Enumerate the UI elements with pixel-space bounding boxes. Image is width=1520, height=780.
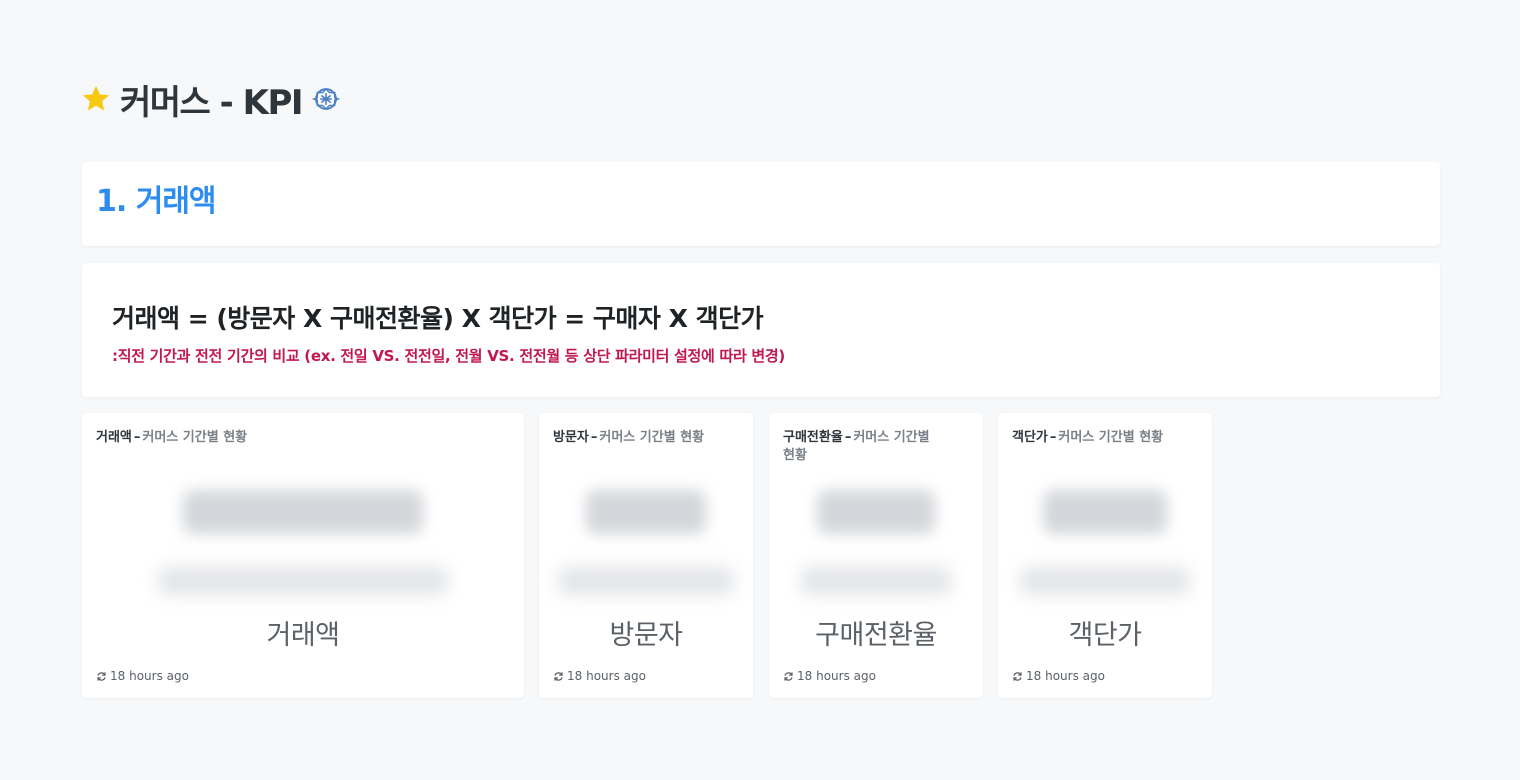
section-heading-card: 1. 거래액 [82,162,1440,246]
kpi-card-title[interactable]: 방문자 – 커머스 기간별 현황 [553,429,713,447]
dashboard-page: 커머스 - KPI 1. 거래액 거래액 = (방문자 X 구매전환율) X 객… [0,0,1520,780]
kpi-updated: 18 hours ago [96,669,189,683]
kpi-updated: 18 hours ago [783,669,876,683]
kpi-value-redacted [539,487,753,537]
formula-text: 거래액 = (방문자 X 구매전환율) X 객단가 = 구매자 X 객단가 [112,304,764,333]
star-icon[interactable] [80,83,112,115]
kpi-comparison-redacted [998,553,1212,609]
kpi-card-title[interactable]: 거래액 – 커머스 기간별 현황 [96,429,484,447]
kpi-label: 방문자 [609,620,683,651]
kpi-comparison-redacted [82,553,524,609]
refresh-icon [784,671,793,681]
verified-badge-icon[interactable] [312,85,341,113]
kpi-value-redacted [998,487,1212,537]
kpi-label: 거래액 [266,620,340,651]
refresh-icon [554,671,563,681]
kpi-card-title[interactable]: 객단가 – 커머스 기간별 현황 [1012,429,1172,447]
kpi-updated: 18 hours ago [1012,669,1105,683]
refresh-icon [97,671,106,681]
section-heading: 1. 거래액 [96,184,217,219]
kpi-card-title[interactable]: 구매전환율 – 커머스 기간별 현황 [783,429,943,465]
kpi-updated: 18 hours ago [553,669,646,683]
kpi-label: 객단가 [1068,620,1142,651]
formula-note: :직전 기간과 전전 기간의 비교 (ex. 전일 VS. 전전일, 전월 VS… [112,347,785,365]
dashboard-title: 커머스 - KPI [120,82,304,123]
kpi-label: 구매전환율 [815,620,937,651]
refresh-icon [1013,671,1022,681]
kpi-card-aov[interactable]: 객단가 – 커머스 기간별 현황 객단가 18 hours ago [998,413,1212,698]
kpi-card-revenue[interactable]: 거래액 – 커머스 기간별 현황 거래액 18 hours ago [82,413,524,698]
kpi-value-redacted [769,487,983,537]
kpi-comparison-redacted [769,553,983,609]
dashboard-header: 커머스 - KPI [80,76,341,123]
kpi-card-visitors[interactable]: 방문자 – 커머스 기간별 현황 방문자 18 hours ago [539,413,753,698]
kpi-value-redacted [82,487,524,537]
kpi-comparison-redacted [539,553,753,609]
formula-card: 거래액 = (방문자 X 구매전환율) X 객단가 = 구매자 X 객단가 :직… [82,263,1440,397]
kpi-card-conversion[interactable]: 구매전환율 – 커머스 기간별 현황 구매전환율 18 hours ago [769,413,983,698]
